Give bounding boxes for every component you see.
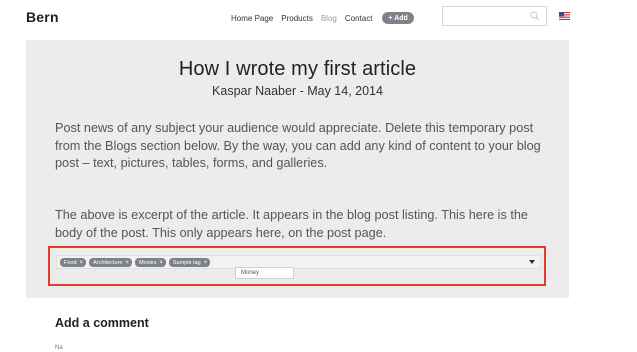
article-body: The above is excerpt of the article. It … — [55, 208, 528, 240]
search-icon[interactable] — [530, 11, 540, 21]
tag-label: Architecture — [93, 259, 123, 266]
tag-label: Food — [64, 259, 77, 266]
article-byline: Kaspar Naaber - May 14, 2014 — [212, 84, 383, 98]
nav-home-page[interactable]: Home Page — [231, 14, 273, 23]
tag-label: Sample tag — [172, 259, 201, 266]
site-logo[interactable]: Bern — [26, 9, 59, 25]
tags-field-highlight: Food × Architecture × Movies × Sample ta… — [48, 246, 546, 286]
tag-list: Food × Architecture × Movies × Sample ta… — [60, 258, 213, 267]
tag-label: Movies — [138, 259, 157, 266]
tag-chip: Movies × — [134, 258, 166, 267]
article-title: How I wrote my first article — [178, 58, 417, 80]
tag-chip: Architecture × — [89, 258, 132, 267]
search-box — [442, 6, 547, 26]
add-comment-heading: Add a comment — [55, 316, 149, 330]
remove-tag-icon[interactable]: × — [159, 260, 163, 266]
add-button[interactable]: + Add — [382, 12, 414, 24]
nav-blog[interactable]: Blog — [321, 14, 337, 23]
nav-products[interactable]: Products — [281, 14, 313, 23]
tag-chip: Sample tag × — [168, 258, 211, 267]
comment-name-label: Na — [55, 345, 63, 351]
tag-suggestion-item[interactable]: Money — [235, 267, 294, 279]
remove-tag-icon[interactable]: × — [125, 260, 129, 266]
remove-tag-icon[interactable]: × — [204, 260, 208, 266]
remove-tag-icon[interactable]: × — [80, 260, 84, 266]
main-nav: Home Page Products Blog Contact + Add — [231, 12, 414, 24]
us-flag-icon[interactable] — [559, 12, 570, 20]
nav-contact[interactable]: Contact — [345, 14, 373, 23]
tags-input[interactable]: Food × Architecture × Movies × Sample ta… — [56, 255, 541, 269]
tag-chip: Food × — [60, 258, 87, 267]
search-input[interactable] — [443, 8, 523, 26]
article-excerpt: Post news of any subject your audience w… — [55, 121, 541, 170]
dropdown-caret-icon[interactable] — [529, 260, 535, 264]
